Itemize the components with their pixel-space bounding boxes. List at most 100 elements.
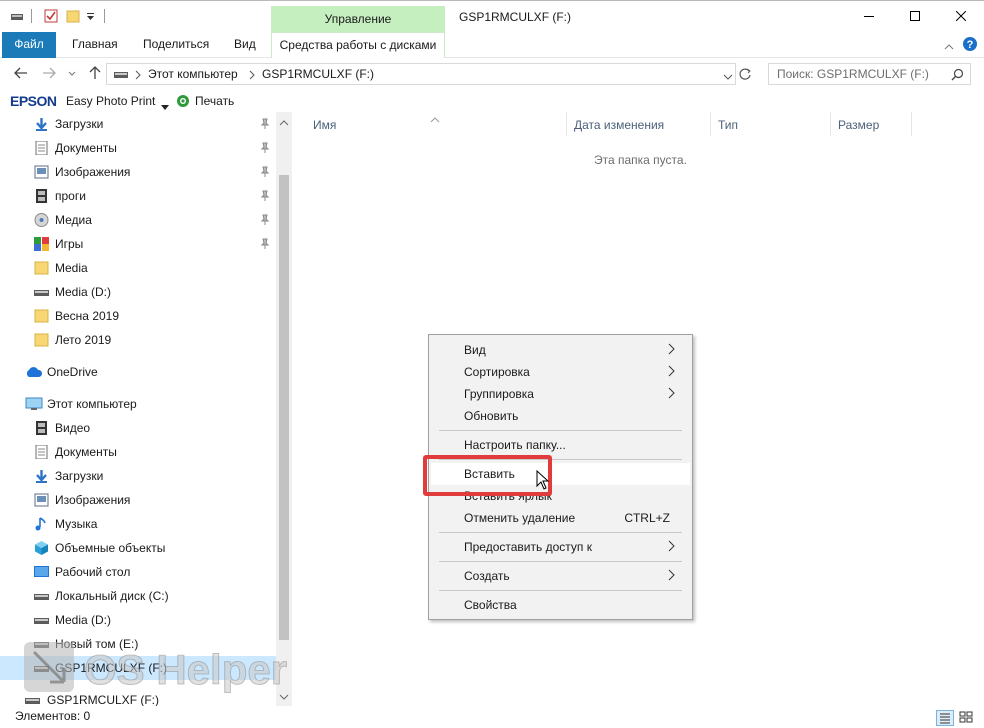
contextual-tab-manage[interactable]: Управление [271,6,445,33]
tab-share[interactable]: Поделиться [133,32,219,58]
nav-item-media[interactable]: Медиа [0,208,276,232]
column-separator[interactable] [830,112,831,136]
games-icon [34,237,49,251]
column-header-type[interactable]: Тип [718,118,738,132]
column-separator[interactable] [566,112,567,136]
easy-photo-print-button[interactable]: Easy Photo Print [66,94,155,108]
nav-item-this-pc[interactable]: Этот компьютер [0,392,276,416]
menu-item-view[interactable]: Вид [431,339,690,361]
menu-item-new[interactable]: Создать [431,565,690,587]
submenu-arrow-icon [668,387,676,399]
refresh-icon[interactable] [738,67,752,84]
download-arrow-icon [34,469,49,483]
nav-item-video[interactable]: Видео [0,416,276,440]
details-view-icon[interactable] [936,710,954,726]
breadcrumb-chevron-icon[interactable] [249,69,255,83]
address-bar[interactable]: Этот компьютер GSP1RMCULXF (F:) [106,63,736,85]
large-icons-view-icon[interactable] [958,710,976,726]
nav-item-downloads[interactable]: Загрузки [0,112,276,136]
menu-item-undo-delete[interactable]: Отменить удаление CTRL+Z [431,507,690,529]
nav-scrollbar-thumb[interactable] [279,175,289,640]
tab-file[interactable]: Файл [2,32,56,58]
pin-icon[interactable] [260,214,270,226]
nav-item-media-drive[interactable]: Media (D:) [0,280,276,304]
menu-item-give-access[interactable]: Предоставить доступ к [431,536,690,558]
minimize-icon [864,10,874,24]
nav-item-desktop[interactable]: Рабочий стол [0,560,276,584]
column-header-name[interactable]: Имя [313,118,336,132]
column-header-size[interactable]: Размер [838,118,879,132]
search-icon[interactable] [951,68,964,84]
search-box[interactable]: Поиск: GSP1RMCULXF (F:) [768,63,971,85]
nav-item-games[interactable]: Игры [0,232,276,256]
nav-item-3d-objects[interactable]: Объемные объекты [0,536,276,560]
nav-item-media-d[interactable]: Media (D:) [0,608,276,632]
menu-item-label: Свойства [464,598,517,612]
menu-item-properties[interactable]: Свойства [431,594,690,616]
nav-item-label: Медиа [55,213,92,227]
column-header-date[interactable]: Дата изменения [574,118,664,132]
up-arrow-icon[interactable] [86,65,104,83]
easy-photo-print-dropdown-icon[interactable] [161,99,169,113]
nav-item-pc-documents[interactable]: Документы [0,440,276,464]
empty-folder-message: Эта папка пуста. [594,153,687,167]
menu-item-label: Предоставить доступ к [464,540,592,554]
column-separator[interactable] [911,112,912,136]
desktop-icon [34,565,49,579]
nav-item-media-folder[interactable]: Media [0,256,276,280]
close-button[interactable] [938,1,984,33]
nav-item-label: Локальный диск (C:) [55,589,169,603]
maximize-button[interactable] [892,1,938,33]
breadcrumb-this-pc[interactable]: Этот компьютер [148,67,238,81]
new-folder-icon[interactable] [66,9,80,23]
breadcrumb-drive[interactable]: GSP1RMCULXF (F:) [262,67,374,81]
pin-icon[interactable] [260,142,270,154]
nav-item-pc-pictures[interactable]: Изображения [0,488,276,512]
pin-icon[interactable] [260,190,270,202]
tab-view[interactable]: Вид [224,32,266,58]
status-item-count: Элементов: 0 [15,709,91,723]
menu-item-group[interactable]: Группировка [431,383,690,405]
minimize-button[interactable] [846,1,892,33]
breadcrumb-chevron-icon[interactable] [135,69,141,83]
customize-dropdown-icon[interactable] [86,9,100,23]
music-note-icon [34,517,49,531]
menu-item-customize-folder[interactable]: Настроить папку... [431,434,690,456]
epson-toolbar: EPSON Easy Photo Print Печать [0,90,984,112]
menu-item-label: Группировка [464,387,534,401]
menu-item-label: Обновить [464,409,519,423]
nav-item-local-disk-c[interactable]: Локальный диск (C:) [0,584,276,608]
nav-item-music[interactable]: Музыка [0,512,276,536]
print-button[interactable]: Печать [195,94,234,108]
help-icon[interactable]: ? [962,36,978,55]
back-arrow-icon[interactable] [12,65,30,83]
collapse-ribbon-icon[interactable] [944,40,954,54]
pin-icon[interactable] [260,166,270,178]
nav-item-onedrive[interactable]: OneDrive [0,360,276,384]
menu-item-sort[interactable]: Сортировка [431,361,690,383]
scroll-up-icon[interactable] [279,116,289,130]
nav-item-spring-2019[interactable]: Весна 2019 [0,304,276,328]
checkmark-clipboard-icon[interactable] [44,9,58,23]
address-dropdown-icon[interactable] [723,70,733,84]
tab-home[interactable]: Главная [62,32,128,58]
nav-item-documents[interactable]: Документы [0,136,276,160]
nav-item-pc-downloads[interactable]: Загрузки [0,464,276,488]
menu-item-refresh[interactable]: Обновить [431,405,690,427]
close-icon [955,10,967,24]
pin-icon[interactable] [260,238,270,250]
nav-item-pictures[interactable]: Изображения [0,160,276,184]
pin-icon[interactable] [260,118,270,130]
picture-icon [34,165,49,179]
forward-arrow-icon[interactable] [40,65,58,83]
properties-icon[interactable] [10,9,24,23]
ribbon-tabs: Файл Главная Поделиться Вид Средства раб… [0,32,984,58]
nav-item-label: Весна 2019 [55,309,120,323]
column-separator[interactable] [710,112,711,136]
nav-item-progi[interactable]: проги [0,184,276,208]
nav-item-summer-2019[interactable]: Лето 2019 [0,328,276,352]
menu-item-label: Создать [464,569,510,583]
nav-item-label: Документы [55,141,117,155]
tab-disk-tools[interactable]: Средства работы с дисками [271,32,445,58]
recent-locations-icon[interactable] [63,65,81,83]
